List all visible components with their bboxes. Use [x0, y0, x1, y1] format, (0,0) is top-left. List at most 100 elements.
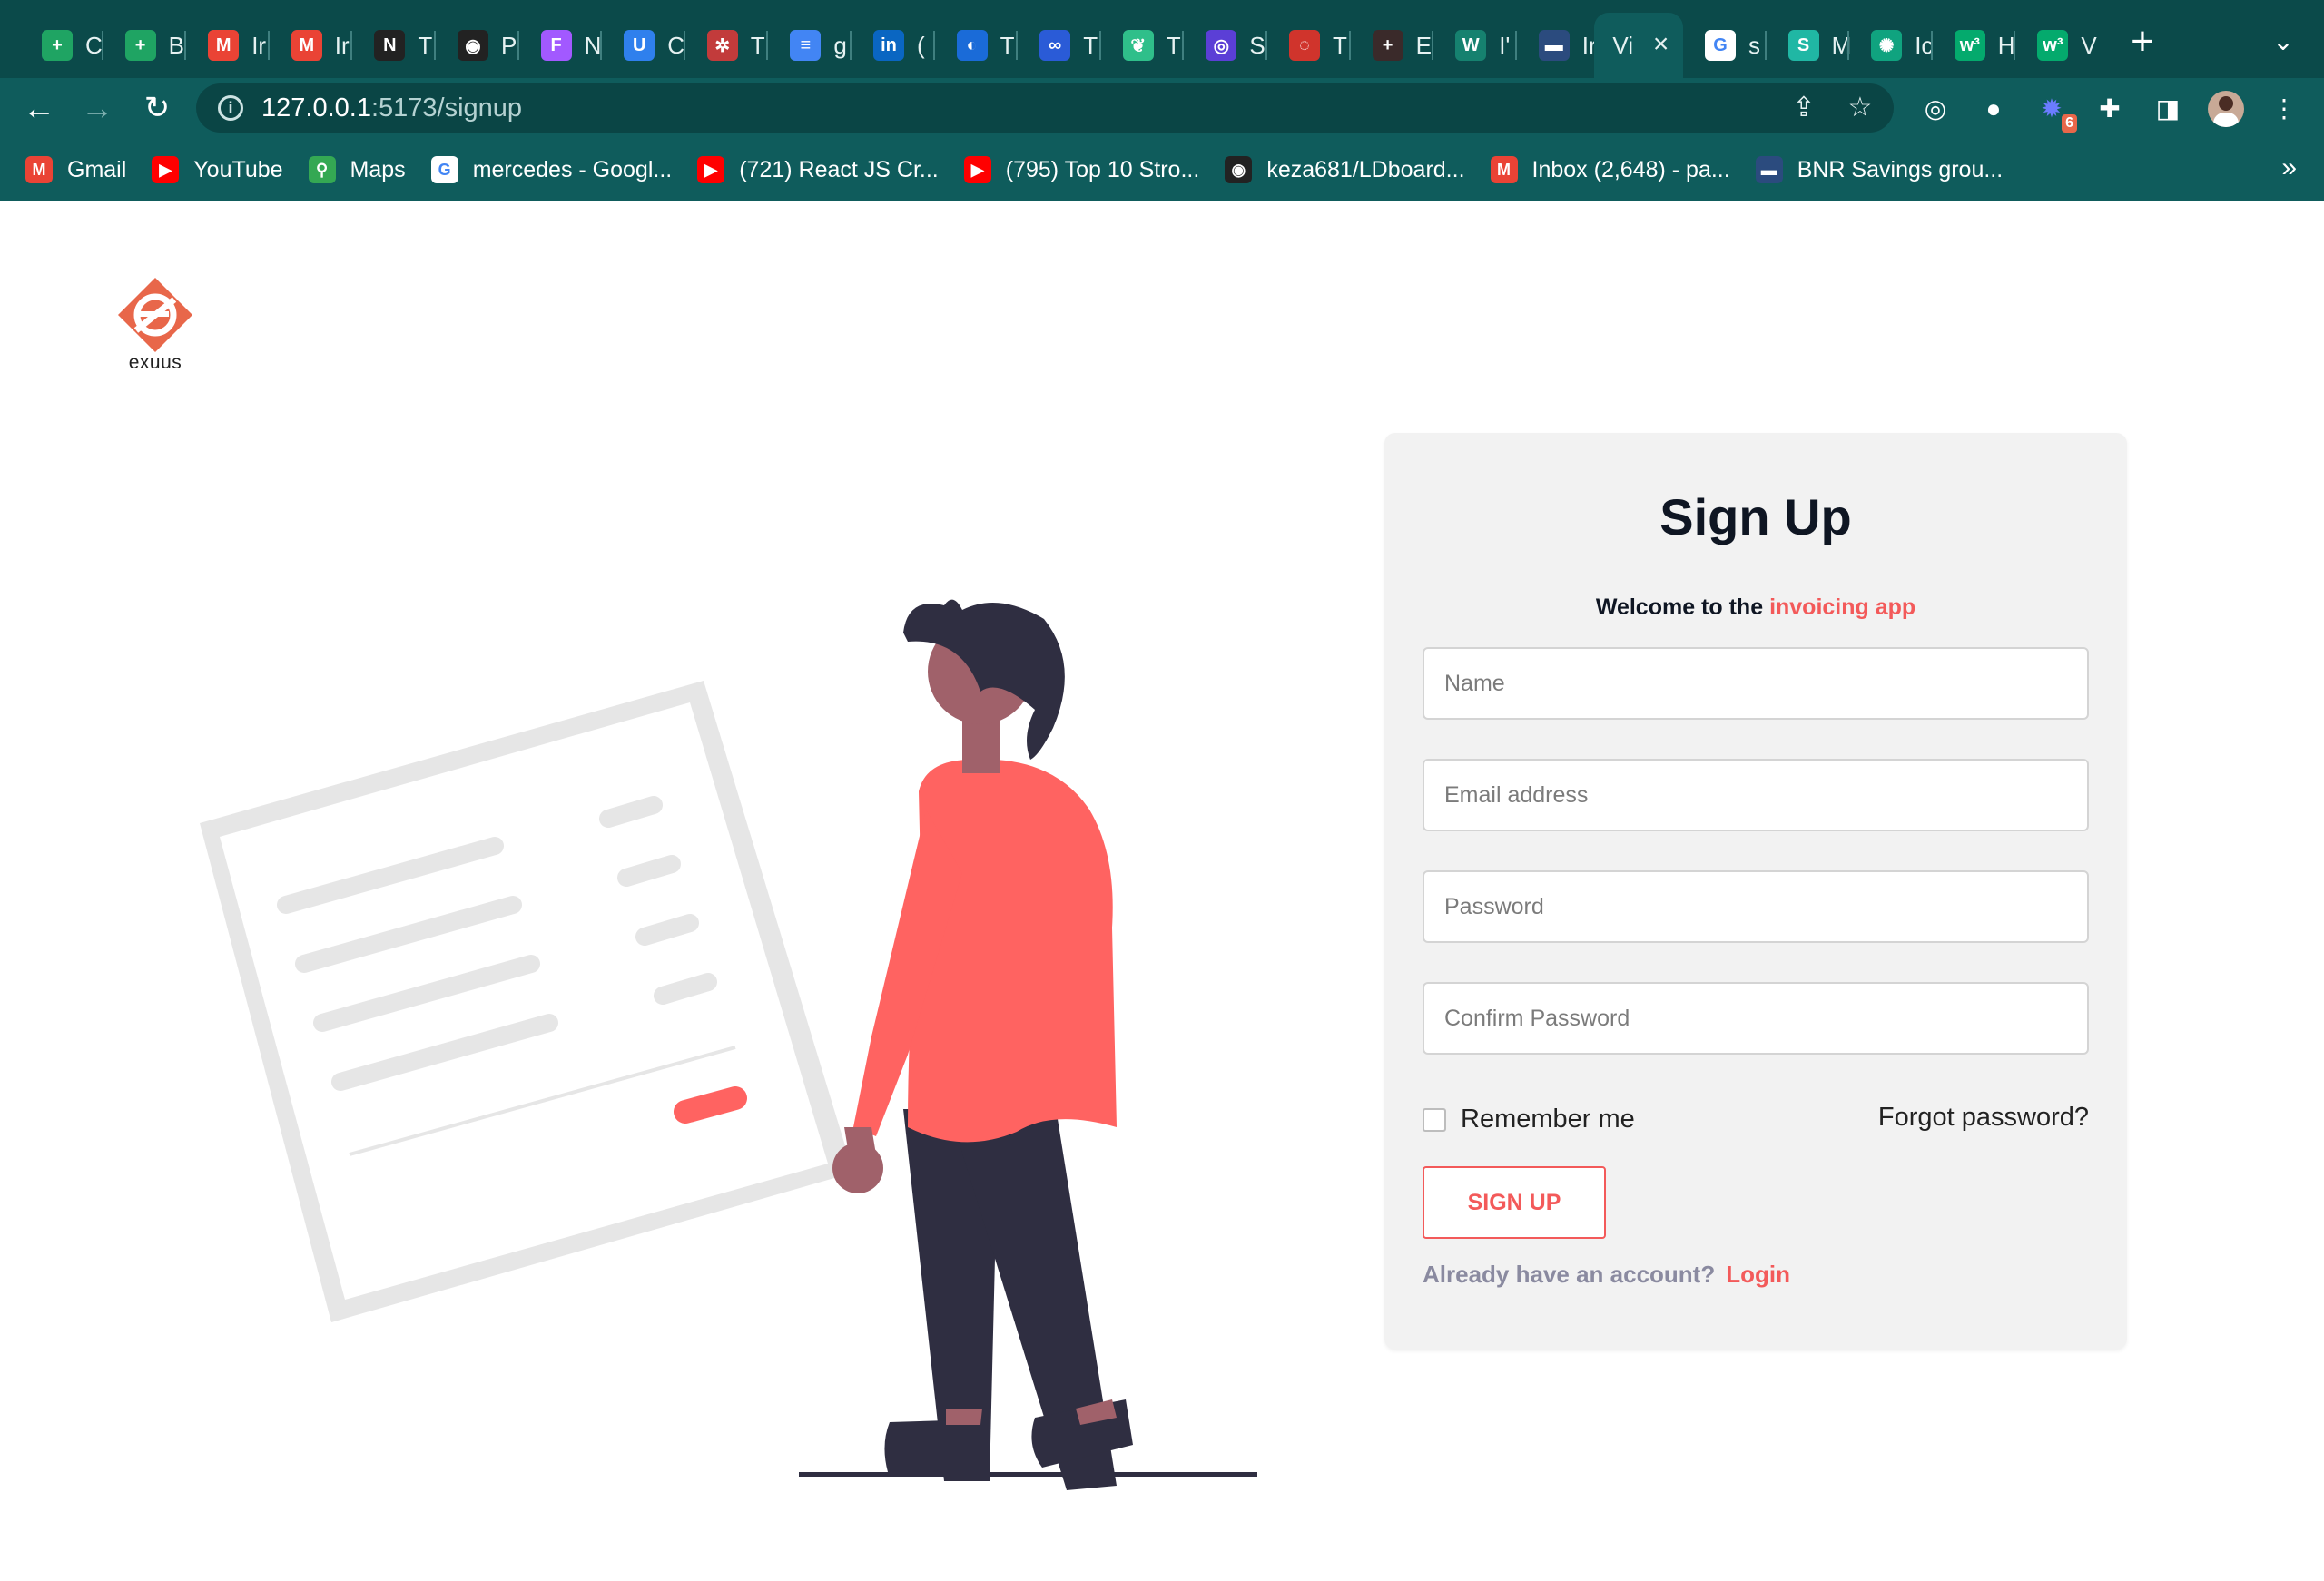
forward-arrow-icon[interactable]: → — [76, 87, 118, 129]
browser-tab[interactable]: ❦ T — [1103, 13, 1188, 78]
email-field[interactable] — [1423, 759, 2089, 831]
tab-separator — [1764, 31, 1767, 60]
tab-strip: + ⌄ + C + B M Ir M Ir N T ◉ P F N U C ✲ T ≡ g in(◐ T ∞ T ❦ T ◎ S ◌ T +… — [0, 0, 2324, 78]
extension-target-icon[interactable]: ◎ — [1917, 91, 1954, 127]
notion-icon: N — [374, 30, 406, 61]
browser-tab[interactable]: Gs — [1685, 13, 1770, 78]
close-tab-icon[interactable]: × — [1653, 29, 1669, 60]
browser-tab[interactable]: M Ir — [188, 13, 273, 78]
exuus-logo[interactable]: exuus — [116, 276, 194, 374]
figma-icon: F — [540, 30, 572, 61]
bookmark-star-icon[interactable]: ☆ — [1843, 91, 1877, 125]
bookmark-item[interactable]: M Gmail — [25, 156, 126, 183]
remember-me-checkbox[interactable] — [1423, 1107, 1446, 1132]
browser-tab[interactable]: ✲ T — [687, 13, 773, 78]
bookmark-item[interactable]: ▬ BNR Savings grou... — [1755, 156, 2004, 183]
browser-tab[interactable]: ◌ T — [1269, 13, 1354, 78]
extension-circle-icon[interactable]: ● — [1975, 91, 2012, 127]
remember-me-label[interactable]: Remember me — [1461, 1105, 1635, 1134]
url-text[interactable]: 127.0.0.1:5173/signup — [261, 93, 522, 123]
extensions-puzzle-icon[interactable]: ✚ — [2092, 91, 2128, 127]
address-bar[interactable]: i 127.0.0.1:5173/signup ⇪ ☆ — [196, 83, 1894, 133]
browser-tab[interactable]: w³ H — [1935, 13, 2020, 78]
tab-separator — [1348, 31, 1351, 60]
have-account-text: Already have an account? Login — [1423, 1261, 1790, 1289]
browser-menu-icon[interactable]: ⋮ — [2266, 91, 2302, 127]
tab-title: S — [1249, 31, 1265, 59]
chatgpt-icon: ✺ — [1871, 30, 1903, 61]
browser-tab[interactable]: w³ V — [2017, 13, 2102, 78]
browser-tab[interactable]: SM — [1768, 13, 1854, 78]
browser-tab[interactable]: ▬ Ir — [1519, 13, 1604, 78]
browser-tab[interactable]: W I' — [1435, 13, 1521, 78]
reload-icon[interactable]: ↻ — [136, 87, 178, 129]
tab-separator — [850, 31, 852, 60]
bookmarks-overflow-icon[interactable]: » — [2281, 152, 2297, 183]
browser-tab[interactable]: UC — [604, 13, 689, 78]
new-tab-button[interactable]: + — [2124, 22, 2161, 62]
confirm-password-field[interactable] — [1423, 982, 2089, 1055]
w3schools-icon: w³ — [1954, 30, 1985, 61]
side-panel-icon[interactable]: ◨ — [2150, 91, 2186, 127]
youtube-icon: ▶ — [963, 156, 991, 183]
browser-tab[interactable]: + E — [1353, 13, 1438, 78]
tab-separator — [1182, 31, 1185, 60]
tab-title: E — [1415, 31, 1432, 59]
browser-tab[interactable]: + C — [22, 13, 107, 78]
signup-page: exuus Sign Up Welcome to the invoicing a… — [0, 201, 2324, 1490]
tab-title: T — [1333, 31, 1347, 59]
login-link[interactable]: Login — [1726, 1261, 1790, 1288]
signup-button[interactable]: SIGN UP — [1423, 1166, 1606, 1239]
remember-me[interactable]: Remember me — [1423, 1105, 1635, 1134]
password-field[interactable] — [1423, 870, 2089, 943]
extension-gear-icon[interactable]: ✹ 6 — [2034, 91, 2077, 133]
browser-tab[interactable]: Vi × — [1594, 13, 1684, 78]
browser-tab[interactable]: ◎ S — [1186, 13, 1271, 78]
bookmark-item[interactable]: M Inbox (2,648) - pa... — [1490, 156, 1730, 183]
tab-title: C — [85, 31, 103, 59]
browser-tab[interactable]: in ( — [853, 13, 939, 78]
bookmark-label: keza681/LDboard... — [1266, 156, 1465, 182]
browser-tab[interactable]: NT — [354, 13, 439, 78]
google-docs-icon: ≡ — [790, 30, 822, 61]
bookmark-item[interactable]: ▶ (795) Top 10 Stro... — [963, 156, 1199, 183]
browser-tab[interactable]: ◐ T — [937, 13, 1022, 78]
browser-tab[interactable]: ✺ Ic — [1851, 13, 1936, 78]
tab-title: N — [584, 31, 602, 59]
bookmark-item[interactable]: ⚲ Maps — [308, 156, 406, 183]
gmail-icon: M — [1490, 156, 1518, 183]
browser-tab[interactable]: ∞ T — [1019, 13, 1105, 78]
tab-separator — [683, 31, 685, 60]
site-info-icon[interactable]: i — [218, 95, 243, 121]
forgot-password-link[interactable]: Forgot password? — [1878, 1103, 2089, 1133]
tab-separator — [101, 31, 103, 60]
tab-separator — [350, 31, 353, 60]
browser-tab[interactable]: ≡ g — [770, 13, 855, 78]
bookmark-item[interactable]: ▶ YouTube — [152, 156, 283, 183]
url-host: 127.0.0.1 — [261, 93, 371, 123]
tab-title: V — [2081, 31, 2097, 59]
tab-separator — [1930, 31, 1933, 60]
maps-icon: ⚲ — [308, 156, 336, 183]
browser-tab[interactable]: + B — [105, 13, 191, 78]
tab-search-chevron-icon[interactable]: ⌄ — [2265, 24, 2301, 60]
browser-tab[interactable]: ◉ P — [438, 13, 523, 78]
browser-tab[interactable]: M Ir — [271, 13, 357, 78]
gmail-icon: M — [290, 30, 322, 61]
google-icon: G — [1705, 30, 1736, 61]
tab-title: ( — [917, 31, 925, 59]
profile-avatar[interactable] — [2208, 91, 2244, 127]
bookmark-item[interactable]: ▶ (721) React JS Cr... — [697, 156, 939, 183]
google-sheets-icon: + — [124, 30, 156, 61]
back-arrow-icon[interactable]: ← — [18, 87, 60, 129]
bookmark-item[interactable]: Gmercedes - Googl... — [430, 156, 672, 183]
browser-tab[interactable]: FN — [521, 13, 606, 78]
share-icon[interactable]: ⇪ — [1787, 91, 1821, 125]
bookmark-item[interactable]: ◉ keza681/LDboard... — [1225, 156, 1465, 183]
logo-mark-icon — [118, 278, 192, 352]
name-field[interactable] — [1423, 647, 2089, 720]
tab-title: C — [667, 31, 684, 59]
w3schools-icon: w³ — [2037, 30, 2069, 61]
bookmark-label: BNR Savings grou... — [1797, 156, 2004, 182]
tab-title: Vi — [1612, 31, 1634, 59]
